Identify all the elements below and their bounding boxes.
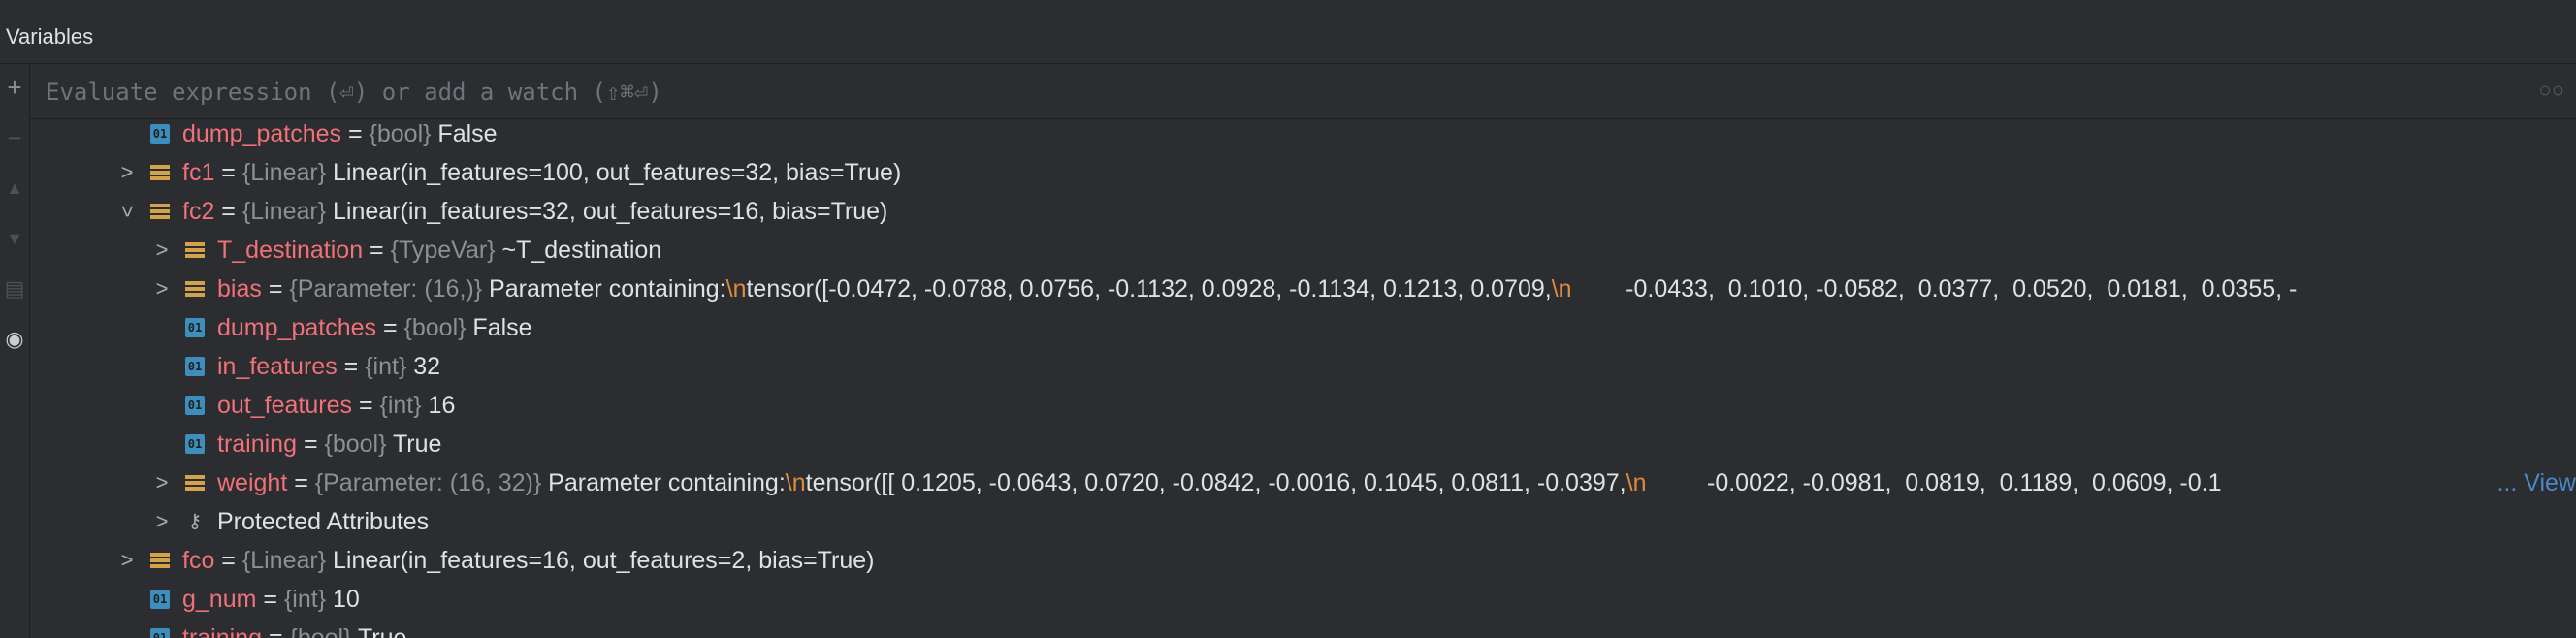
var-value: Parameter containing:	[482, 275, 726, 303]
object-icon	[185, 279, 205, 299]
eye-icon[interactable]: ◉	[0, 320, 29, 359]
var-value-tensor-cont: -0.0022, -0.0981, 0.0819, 0.1189, 0.0609…	[1646, 469, 2222, 496]
var-name: dump_patches	[217, 314, 377, 341]
newline-escape: \n	[725, 275, 747, 303]
up-icon[interactable]: ▲	[0, 169, 29, 207]
copy-icon[interactable]: ▤	[0, 270, 29, 308]
var-name: fc1	[182, 159, 215, 186]
chevron-right-icon[interactable]: >	[152, 502, 172, 541]
key-icon: ⚷	[187, 511, 203, 532]
down-icon[interactable]: ▼	[0, 219, 29, 258]
tree-row[interactable]: > ⚷ Protected Attributes	[30, 502, 2576, 541]
object-icon	[185, 240, 205, 260]
var-name: training	[217, 431, 297, 458]
window-top-strip	[0, 0, 2576, 16]
evaluate-expression-input[interactable]	[44, 72, 2530, 112]
tree-row[interactable]: 01 training = {bool} True	[30, 425, 2576, 463]
tree-row[interactable]: > fc2 = {Linear} Linear(in_features=32, …	[30, 192, 2576, 231]
newline-escape: \n	[1626, 469, 1647, 496]
var-value: False	[466, 314, 532, 341]
var-name: fco	[182, 547, 215, 574]
field-icon: 01	[185, 357, 205, 376]
var-type: {bool}	[403, 314, 467, 341]
object-icon	[150, 551, 170, 570]
var-type: {int}	[365, 353, 407, 380]
var-type: {bool}	[289, 624, 352, 638]
newline-escape: \n	[1551, 275, 1572, 303]
object-icon	[150, 163, 170, 182]
var-type: {Linear}	[242, 547, 327, 574]
tree-row[interactable]: 01 dump_patches = {bool} False	[30, 114, 2576, 153]
var-name: g_num	[182, 586, 257, 613]
field-icon: 01	[150, 124, 170, 144]
var-type: {int}	[283, 586, 327, 613]
field-icon: 01	[150, 590, 170, 609]
tree-row[interactable]: > weight = {Parameter: (16, 32)} Paramet…	[30, 463, 2576, 502]
var-name: out_features	[217, 392, 352, 419]
var-type: {Linear}	[242, 198, 327, 225]
chevron-right-icon[interactable]: >	[152, 463, 172, 502]
chevron-right-icon[interactable]: >	[117, 153, 137, 192]
variables-toolbar: + − ▲ ▼ ▤ ◉	[0, 64, 30, 638]
var-type: {Parameter: (16, 32)}	[314, 469, 542, 496]
protected-attributes-label: Protected Attributes	[217, 508, 430, 535]
chevron-down-icon[interactable]: >	[108, 202, 146, 221]
view-link[interactable]: ... View	[2495, 463, 2576, 502]
var-value: 10	[326, 586, 360, 613]
glasses-icon[interactable]: ○○	[2538, 78, 2564, 103]
tree-row[interactable]: 01 in_features = {int} 32	[30, 347, 2576, 386]
var-value-tensor-cont: -0.0433, 0.1010, -0.0582, 0.0377, 0.0520…	[1571, 275, 2298, 303]
variables-content: ○○ 01 dump_patches = {bool} False > fc1 …	[30, 64, 2576, 638]
tree-row[interactable]: 01 g_num = {int} 10	[30, 580, 2576, 619]
var-type: {Linear}	[242, 159, 327, 186]
var-value-tensor: tensor([-0.0472, -0.0788, 0.0756, -0.113…	[746, 275, 1552, 303]
chevron-right-icon[interactable]: >	[117, 541, 137, 580]
object-icon	[150, 202, 170, 221]
var-value: Parameter containing:	[541, 469, 786, 496]
var-name: weight	[217, 469, 288, 496]
chevron-right-icon[interactable]: >	[152, 270, 172, 308]
var-name: in_features	[217, 353, 338, 380]
var-value-tensor: tensor([[ 0.1205, -0.0643, 0.0720, -0.08…	[805, 469, 1626, 496]
var-value: 16	[421, 392, 456, 419]
var-value: False	[431, 120, 498, 147]
panel-title: Variables	[6, 24, 94, 48]
evaluate-expression-bar: ○○	[30, 64, 2576, 119]
var-type: {int}	[379, 392, 422, 419]
tree-row[interactable]: > bias = {Parameter: (16,)} Parameter co…	[30, 270, 2576, 308]
var-type: {bool}	[369, 120, 432, 147]
var-name: bias	[217, 275, 262, 303]
tree-row[interactable]: 01 out_features = {int} 16	[30, 386, 2576, 425]
var-value: True	[386, 431, 442, 458]
var-name: dump_patches	[182, 120, 342, 147]
tree-row[interactable]: > fco = {Linear} Linear(in_features=16, …	[30, 541, 2576, 580]
tree-row[interactable]: 01 training = {bool} True	[30, 619, 2576, 638]
newline-escape: \n	[785, 469, 806, 496]
chevron-right-icon[interactable]: >	[152, 231, 172, 270]
field-icon: 01	[150, 628, 170, 638]
var-type: {bool}	[324, 431, 387, 458]
var-name: fc2	[182, 198, 215, 225]
var-value: True	[351, 624, 407, 638]
var-type: {TypeVar}	[390, 237, 496, 264]
var-value: Linear(in_features=100, out_features=32,…	[326, 159, 902, 186]
var-value: Linear(in_features=32, out_features=16, …	[326, 198, 888, 225]
field-icon: 01	[185, 434, 205, 454]
var-name: T_destination	[217, 237, 364, 264]
tree-row[interactable]: > T_destination = {TypeVar} ~T_destinati…	[30, 231, 2576, 270]
tree-row[interactable]: > fc1 = {Linear} Linear(in_features=100,…	[30, 153, 2576, 192]
var-value: ~T_destination	[495, 237, 662, 264]
field-icon: 01	[185, 318, 205, 337]
var-type: {Parameter: (16,)}	[289, 275, 483, 303]
minus-icon[interactable]: −	[0, 118, 29, 157]
tree-row[interactable]: 01 dump_patches = {bool} False	[30, 308, 2576, 347]
var-value: Linear(in_features=16, out_features=2, b…	[326, 547, 875, 574]
field-icon: 01	[185, 396, 205, 415]
object-icon	[185, 473, 205, 493]
var-name: training	[182, 624, 262, 638]
var-value: 32	[406, 353, 441, 380]
plus-icon[interactable]: +	[0, 68, 29, 107]
variables-panel-header: Variables	[0, 16, 2576, 64]
